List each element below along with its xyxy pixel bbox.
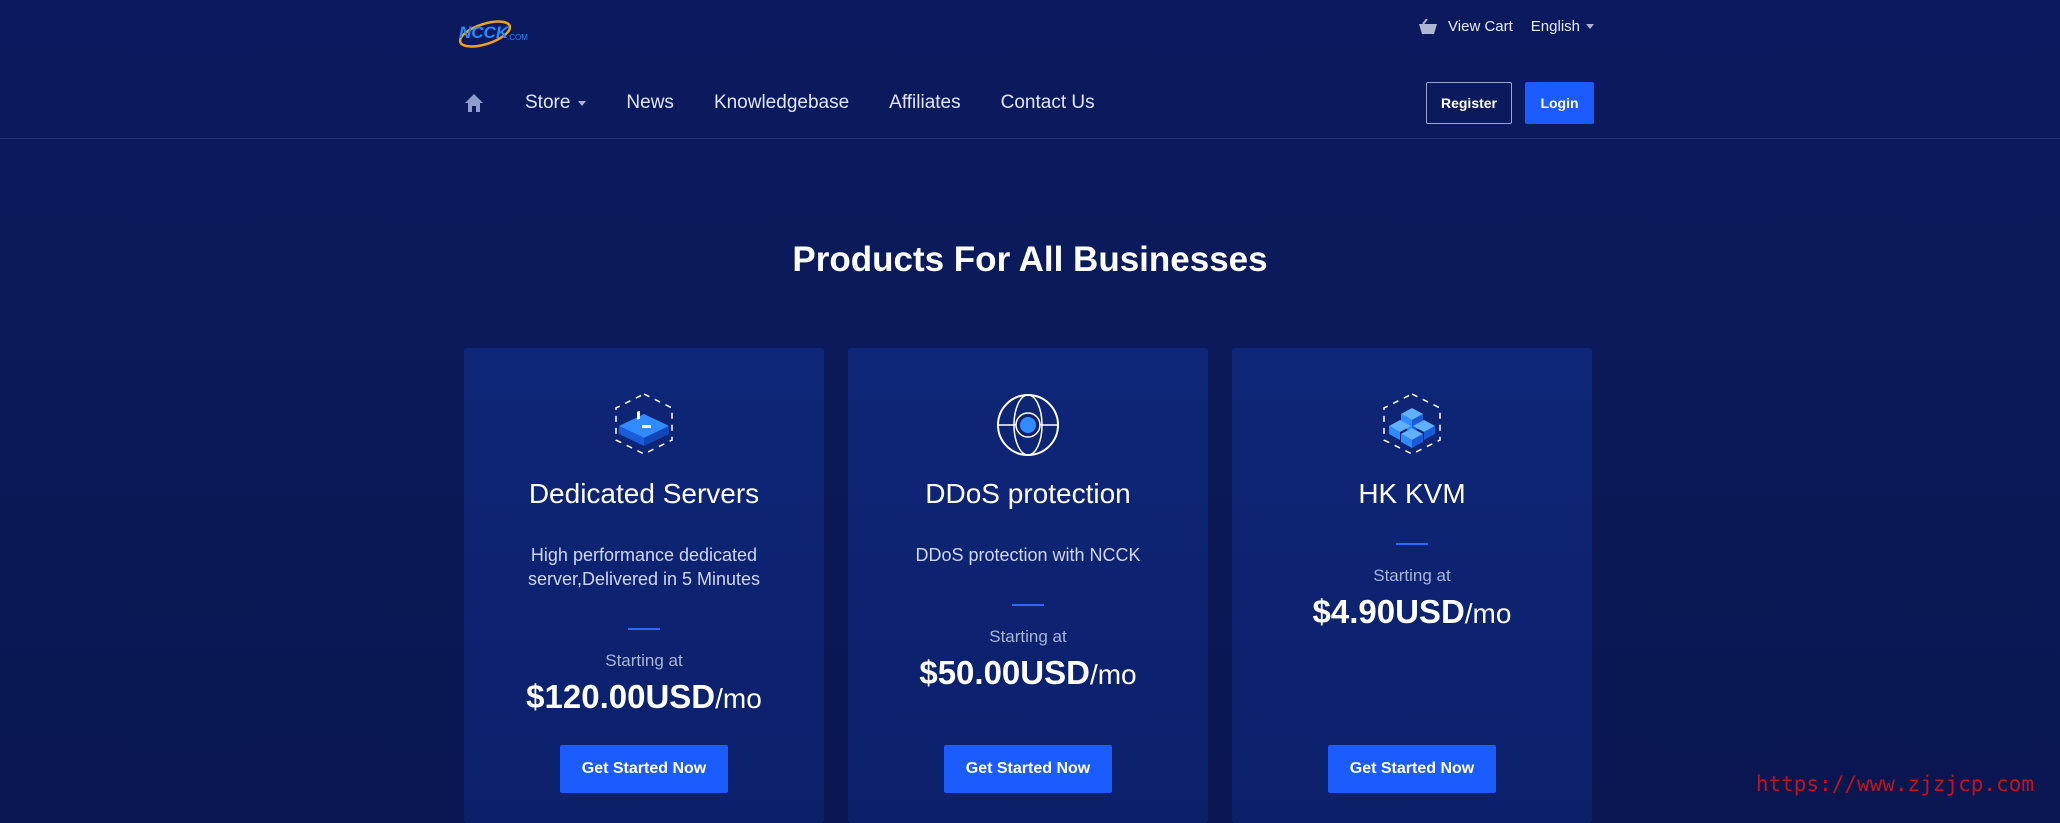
top-actions: View Cart English	[1418, 18, 1594, 35]
card-price: $50.00USD/mo	[848, 654, 1208, 692]
nav-item-contact-us[interactable]: Contact Us	[1001, 92, 1095, 114]
price-period: /mo	[1089, 659, 1137, 690]
dedicated-server-icon	[615, 393, 673, 455]
get-started-button[interactable]: Get Started Now	[1328, 745, 1496, 793]
card-title: HK KVM	[1358, 478, 1466, 509]
card-price: $120.00USD/mo	[464, 678, 824, 716]
cubes-icon	[1383, 393, 1441, 455]
product-card-dedicated: Dedicated Servers High performance dedic…	[464, 348, 824, 823]
view-cart-label: View Cart	[1448, 18, 1513, 35]
section-title: Products For All Businesses	[792, 240, 1268, 279]
nav-contact-label: Contact Us	[1000, 92, 1095, 113]
product-card-hk-kvm: HK KVM Starting at $4.90USD/mo Get Start…	[1232, 348, 1592, 823]
card-title: DDoS protection	[925, 478, 1131, 509]
nav-affiliates-label: Affiliates	[889, 92, 961, 113]
register-button[interactable]: Register	[1426, 82, 1512, 124]
price-amount: $50.00USD	[919, 654, 1090, 691]
product-card-ddos: DDoS protection DDoS protection with NCC…	[848, 348, 1208, 823]
price-amount: $120.00USD	[526, 678, 716, 715]
basket-icon	[1419, 18, 1438, 34]
card-description: DDoS protection with NCCK	[888, 543, 1168, 567]
card-desc-line: High performance dedicated	[530, 545, 758, 565]
get-started-button[interactable]: Get Started Now	[560, 745, 728, 793]
nav-knowledgebase-label: Knowledgebase	[713, 92, 850, 113]
starting-at-label: Starting at	[605, 651, 683, 670]
price-period: /mo	[1464, 598, 1512, 629]
globe-shield-icon	[997, 394, 1059, 456]
card-title: Dedicated Servers	[528, 478, 760, 509]
caret-down-icon	[578, 100, 587, 106]
card-price: $4.90USD/mo	[1232, 593, 1592, 631]
view-cart-link[interactable]: View Cart	[1418, 18, 1513, 35]
card-desc-line: server,Delivered in 5 Minutes	[527, 569, 761, 589]
watermark-text: https://www.zjzjcp.com	[1755, 772, 2034, 796]
top-bar: NCCK .COM View Cart English	[455, 0, 1594, 60]
price-period: /mo	[715, 683, 762, 714]
nav-item-news[interactable]: News	[626, 92, 674, 114]
card-separator	[628, 628, 660, 630]
card-separator	[1012, 604, 1044, 606]
svg-text:NCCK: NCCK	[459, 23, 510, 42]
ncck-logo[interactable]: NCCK .COM	[455, 10, 535, 52]
nav-store-label: Store	[525, 92, 571, 113]
nav-news-label: News	[626, 92, 674, 113]
starting-at-label: Starting at	[1373, 566, 1451, 585]
auth-buttons: Register Login	[1426, 82, 1594, 124]
nav-item-affiliates[interactable]: Affiliates	[889, 92, 960, 114]
nav-item-knowledgebase[interactable]: Knowledgebase	[714, 92, 849, 114]
home-icon[interactable]	[463, 92, 485, 114]
main-nav: Store News Knowledgebase Affiliates Cont…	[455, 80, 1594, 126]
card-desc-line: DDoS protection with NCCK	[915, 545, 1141, 565]
card-description: High performance dedicated server,Delive…	[504, 543, 784, 591]
price-amount: $4.90USD	[1312, 593, 1465, 630]
language-selector[interactable]: English	[1531, 18, 1594, 35]
card-separator	[1396, 543, 1428, 545]
starting-at-label: Starting at	[989, 627, 1067, 646]
header-divider	[0, 138, 2060, 139]
caret-down-icon	[1586, 24, 1594, 29]
nav-item-store[interactable]: Store	[525, 92, 587, 114]
get-started-button[interactable]: Get Started Now	[944, 745, 1112, 793]
product-cards: Dedicated Servers High performance dedic…	[464, 348, 1592, 823]
nav-items: Store News Knowledgebase Affiliates Cont…	[463, 80, 1095, 126]
svg-text:.COM: .COM	[507, 33, 528, 42]
language-label: English	[1530, 18, 1580, 35]
login-button[interactable]: Login	[1525, 82, 1594, 124]
